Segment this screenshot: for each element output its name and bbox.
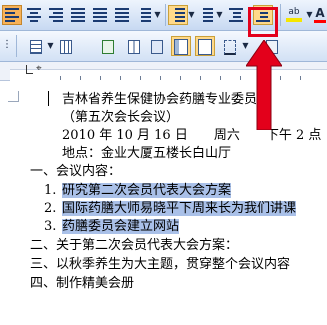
ruler-tick [60,76,61,80]
list-item-number: 3. [44,219,57,234]
hanging-indent-marker-icon[interactable]: ⌖ [36,64,42,74]
distribute-characters-icon [113,8,131,22]
distributed-button[interactable] [90,5,110,25]
bullets-icon [197,8,215,22]
doc-date-line[interactable]: 2010 年 10 月 16 日 周六 下午 2 点 [62,127,321,144]
justify-button[interactable] [68,5,88,25]
toolbar-separator [16,35,17,57]
document-map-button[interactable] [171,36,191,56]
font-color-icon: A [315,6,325,20]
decrease-indent-button[interactable] [226,5,246,25]
align-center-button[interactable] [24,5,44,25]
align-right-icon [47,8,65,22]
doc-title-line1[interactable]: 吉林省养生保健协会药膳专业委员会 [62,91,270,108]
decrease-indent-icon [227,8,245,22]
doc-section-2[interactable]: 二、关于第二次会员代表大会方案： [30,237,238,254]
list-item-number: 2. [44,201,57,216]
ruler-tick [80,76,81,80]
list-item-2[interactable]: 国际药膳大师易晓平下周来长为我们讲课 [62,200,297,217]
bullets-button[interactable] [196,5,216,25]
insert-excel-button[interactable] [98,36,118,56]
insert-table-button[interactable] [56,36,76,56]
columns-button[interactable] [124,36,144,56]
table-button[interactable] [26,36,46,56]
ruler-tick [300,76,301,80]
drawing-icon [151,40,163,54]
highlight-icon: ab [288,7,300,17]
line-spacing-button[interactable] [134,5,154,25]
line-spacing-icon [135,8,153,22]
tab-stop-icon[interactable] [26,65,33,74]
doc-section-4[interactable]: 四、制作精美会册 [30,275,134,292]
font-color-bar [314,20,326,23]
ruler-tick [160,76,161,80]
align-left-icon [3,8,21,22]
highlight-color-bar [286,18,302,22]
font-color-button[interactable]: A [313,5,327,25]
doc-section-1[interactable]: 一、会议内容： [30,163,121,180]
line-spacing-dropdown-icon[interactable]: ▼ [153,9,162,21]
borders-button[interactable] [220,36,240,56]
doc-place-line[interactable]: 地点：金业大厦五楼长白山厅 [62,145,231,162]
highlight-button[interactable]: ab [283,5,305,25]
ruler-tick [100,76,101,80]
ruler-tick [200,76,201,80]
table-icon [30,40,42,54]
align-center-icon [25,8,43,22]
insert-table-icon [60,40,72,54]
numbering-button[interactable] [168,5,188,25]
align-right-button[interactable] [46,5,66,25]
margin-corner-mark [8,91,19,102]
list-item-number: 1. [44,183,57,198]
justify-icon [69,8,87,22]
toolbar-separator [165,4,166,26]
doc-title-line2[interactable]: （第五次会长会议） [62,109,179,126]
list-item-text[interactable]: 国际药膳大师易晓平下周来长为我们讲课 [62,201,297,216]
list-item-text[interactable]: 研究第二次会员代表大会方案 [62,183,232,198]
ruler-tick [140,76,141,80]
list-item-3[interactable]: 药膳委员会建立网站 [62,218,180,235]
callout-highlight-box [248,7,278,37]
distributed-icon [91,8,109,22]
numbering-icon [169,8,187,22]
toolbar-separator [280,4,281,26]
show-paragraph-marks-button[interactable] [195,36,215,56]
bullets-dropdown-icon[interactable]: ▼ [215,9,224,21]
doc-section-3[interactable]: 三、以秋季养生为大主题，贯穿整个会议内容 [30,256,290,273]
align-left-button[interactable] [2,5,22,25]
ruler-tick [240,76,241,80]
borders-icon [224,40,236,55]
numbering-dropdown-icon[interactable]: ▼ [187,9,196,21]
table-dropdown-icon[interactable]: ▼ [46,40,55,52]
list-item-text[interactable]: 药膳委员会建立网站 [62,219,180,234]
list-item-1[interactable]: 研究第二次会员代表大会方案 [62,182,232,199]
toolbar-grip-icon[interactable]: ⋮ [2,39,12,51]
red-arrow-icon [246,40,282,130]
paragraph-mark-icon [198,39,212,55]
ruler-tick [180,76,181,80]
text-cursor [48,91,49,106]
ruler-tick [120,76,121,80]
columns-icon [128,40,140,54]
distribute-characters-button[interactable] [112,5,132,25]
drawing-button[interactable] [147,36,167,56]
document-map-icon [174,39,188,55]
ruler-tick [220,76,221,80]
excel-sheet-icon [102,40,114,54]
